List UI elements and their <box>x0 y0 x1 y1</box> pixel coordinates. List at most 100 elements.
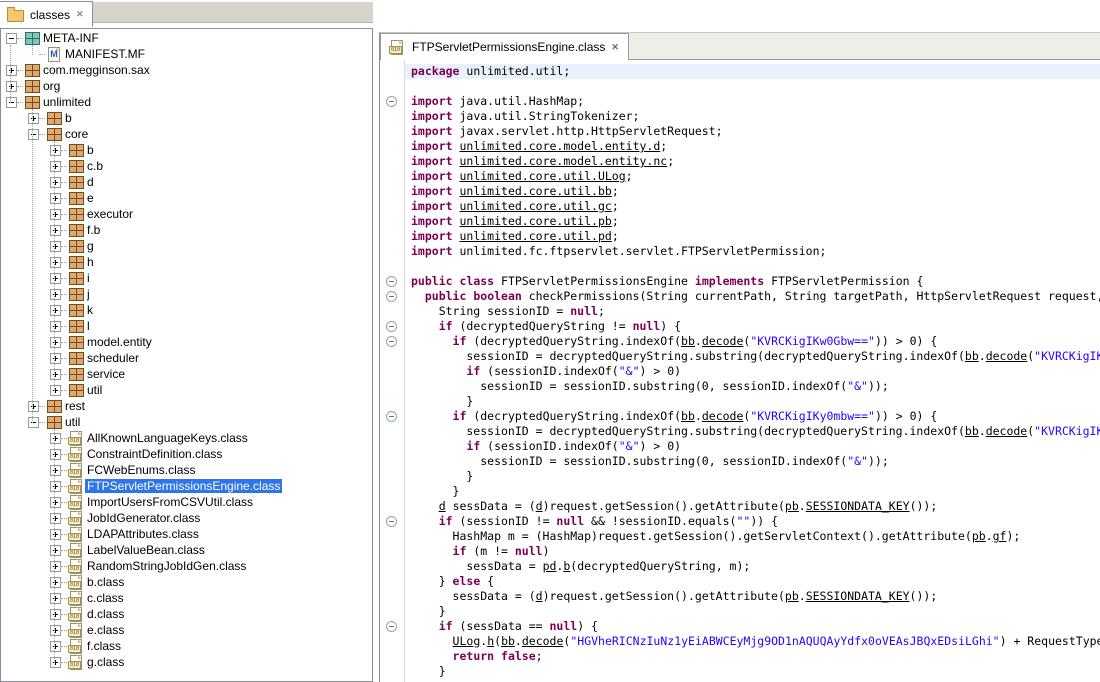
code-link[interactable]: decode <box>702 409 744 423</box>
tree-item-util[interactable]: util <box>1 382 372 398</box>
code-link[interactable]: d <box>439 499 446 513</box>
expand-plus-icon[interactable] <box>50 465 61 476</box>
expand-plus-icon[interactable] <box>50 497 61 508</box>
code-link[interactable]: unlimited.core.model.entity.nc <box>459 154 667 168</box>
tree-item-manifest-mf[interactable]: MMANIFEST.MF <box>1 46 372 62</box>
expand-plus-icon[interactable] <box>6 81 17 92</box>
expand-plus-icon[interactable] <box>50 305 61 316</box>
expand-plus-icon[interactable] <box>50 241 61 252</box>
code-link[interactable]: d <box>536 499 543 513</box>
expand-plus-icon[interactable] <box>50 385 61 396</box>
tab-classes[interactable]: classes ✕ <box>0 1 93 27</box>
tree-item-fcwebenums-class[interactable]: 010FCWebEnums.class <box>1 462 372 478</box>
code-link[interactable]: d <box>536 589 543 603</box>
fold-collapse-icon[interactable] <box>386 411 397 422</box>
expand-plus-icon[interactable] <box>50 321 61 332</box>
tree-item-h[interactable]: h <box>1 254 372 270</box>
code-link[interactable]: ULog <box>453 634 481 648</box>
tree-item-jobidgenerator-class[interactable]: 010JobIdGenerator.class <box>1 510 372 526</box>
tree-item-core[interactable]: core <box>1 126 372 142</box>
tree-item-i[interactable]: i <box>1 270 372 286</box>
fold-collapse-icon[interactable] <box>386 96 397 107</box>
code-link[interactable]: pd <box>543 559 557 573</box>
collapse-minus-icon[interactable] <box>28 129 39 140</box>
code-link[interactable]: decode <box>522 634 564 648</box>
expand-plus-icon[interactable] <box>50 337 61 348</box>
tab-ftpservletpermissionsengine-class[interactable]: 010 FTPServletPermissionsEngine.class ✕ <box>380 33 629 60</box>
tree-item-d-class[interactable]: 010d.class <box>1 606 372 622</box>
expand-plus-icon[interactable] <box>50 225 61 236</box>
collapse-minus-icon[interactable] <box>6 97 17 108</box>
tree-item-org[interactable]: org <box>1 78 372 94</box>
expand-plus-icon[interactable] <box>50 609 61 620</box>
code-link[interactable]: bb <box>965 424 979 438</box>
code-link[interactable]: unlimited.core.util.pd <box>459 229 611 243</box>
code-link[interactable]: gf <box>993 529 1007 543</box>
fold-collapse-icon[interactable] <box>386 336 397 347</box>
expand-plus-icon[interactable] <box>28 113 39 124</box>
expand-plus-icon[interactable] <box>50 353 61 364</box>
code-link[interactable]: unlimited.core.model.entity.d <box>459 139 660 153</box>
tree-item-util[interactable]: util <box>1 414 372 430</box>
expand-plus-icon[interactable] <box>50 561 61 572</box>
tree-item-model-entity[interactable]: model.entity <box>1 334 372 350</box>
fold-collapse-icon[interactable] <box>386 321 397 332</box>
tree-item-meta-inf[interactable]: META-INF <box>1 30 372 46</box>
tree-item-labelvaluebean-class[interactable]: 010LabelValueBean.class <box>1 542 372 558</box>
tree-item-b[interactable]: b <box>1 110 372 126</box>
code-link[interactable]: bb <box>681 409 695 423</box>
expand-plus-icon[interactable] <box>50 577 61 588</box>
tree-item-d[interactable]: d <box>1 174 372 190</box>
code-link[interactable]: decode <box>702 334 744 348</box>
tree-item-j[interactable]: j <box>1 286 372 302</box>
close-icon[interactable]: ✕ <box>76 10 84 19</box>
expand-plus-icon[interactable] <box>50 289 61 300</box>
expand-plus-icon[interactable] <box>50 449 61 460</box>
code-link[interactable]: decode <box>986 424 1028 438</box>
tree-item-f-class[interactable]: 010f.class <box>1 638 372 654</box>
expand-plus-icon[interactable] <box>50 593 61 604</box>
code-link[interactable]: unlimited.core.util.bb <box>459 184 611 198</box>
expand-plus-icon[interactable] <box>50 369 61 380</box>
expand-plus-icon[interactable] <box>6 65 17 76</box>
expand-plus-icon[interactable] <box>28 401 39 412</box>
expand-plus-icon[interactable] <box>50 513 61 524</box>
tree-item-b-class[interactable]: 010b.class <box>1 574 372 590</box>
tree-item-randomstringjobidgen-class[interactable]: 010RandomStringJobIdGen.class <box>1 558 372 574</box>
expand-plus-icon[interactable] <box>50 145 61 156</box>
fold-collapse-icon[interactable] <box>386 291 397 302</box>
expand-plus-icon[interactable] <box>50 257 61 268</box>
code-link[interactable]: pb <box>785 499 799 513</box>
tree-item-g[interactable]: g <box>1 238 372 254</box>
expand-plus-icon[interactable] <box>50 625 61 636</box>
tree-item-scheduler[interactable]: scheduler <box>1 350 372 366</box>
code-link[interactable]: pb <box>972 529 986 543</box>
close-icon[interactable]: ✕ <box>611 43 619 52</box>
expand-plus-icon[interactable] <box>50 433 61 444</box>
fold-collapse-icon[interactable] <box>386 516 397 527</box>
code-link[interactable]: SESSIONDATA_KEY <box>806 589 910 603</box>
expand-plus-icon[interactable] <box>50 209 61 220</box>
tree-item-com-megginson-sax[interactable]: com.megginson.sax <box>1 62 372 78</box>
expand-plus-icon[interactable] <box>50 273 61 284</box>
tree-item-importusersfromcsvutil-class[interactable]: 010ImportUsersFromCSVUtil.class <box>1 494 372 510</box>
expand-plus-icon[interactable] <box>50 545 61 556</box>
code-link[interactable]: unlimited.core.util.pb <box>459 214 611 228</box>
expand-plus-icon[interactable] <box>50 529 61 540</box>
tree-item-ldapattributes-class[interactable]: 010LDAPAttributes.class <box>1 526 372 542</box>
tree-item-rest[interactable]: rest <box>1 398 372 414</box>
tree-item-f-b[interactable]: f.b <box>1 222 372 238</box>
fold-collapse-icon[interactable] <box>386 621 397 632</box>
tree-item-service[interactable]: service <box>1 366 372 382</box>
code-link[interactable]: bb <box>965 349 979 363</box>
tree-item-e[interactable]: e <box>1 190 372 206</box>
code-link[interactable]: pb <box>785 589 799 603</box>
expand-plus-icon[interactable] <box>50 193 61 204</box>
code-link[interactable]: unlimited.core.util.ULog <box>459 169 625 183</box>
tree-item-c-b[interactable]: c.b <box>1 158 372 174</box>
expand-plus-icon[interactable] <box>50 177 61 188</box>
expand-plus-icon[interactable] <box>50 161 61 172</box>
expand-plus-icon[interactable] <box>50 657 61 668</box>
expand-plus-icon[interactable] <box>50 641 61 652</box>
fold-collapse-icon[interactable] <box>386 276 397 287</box>
